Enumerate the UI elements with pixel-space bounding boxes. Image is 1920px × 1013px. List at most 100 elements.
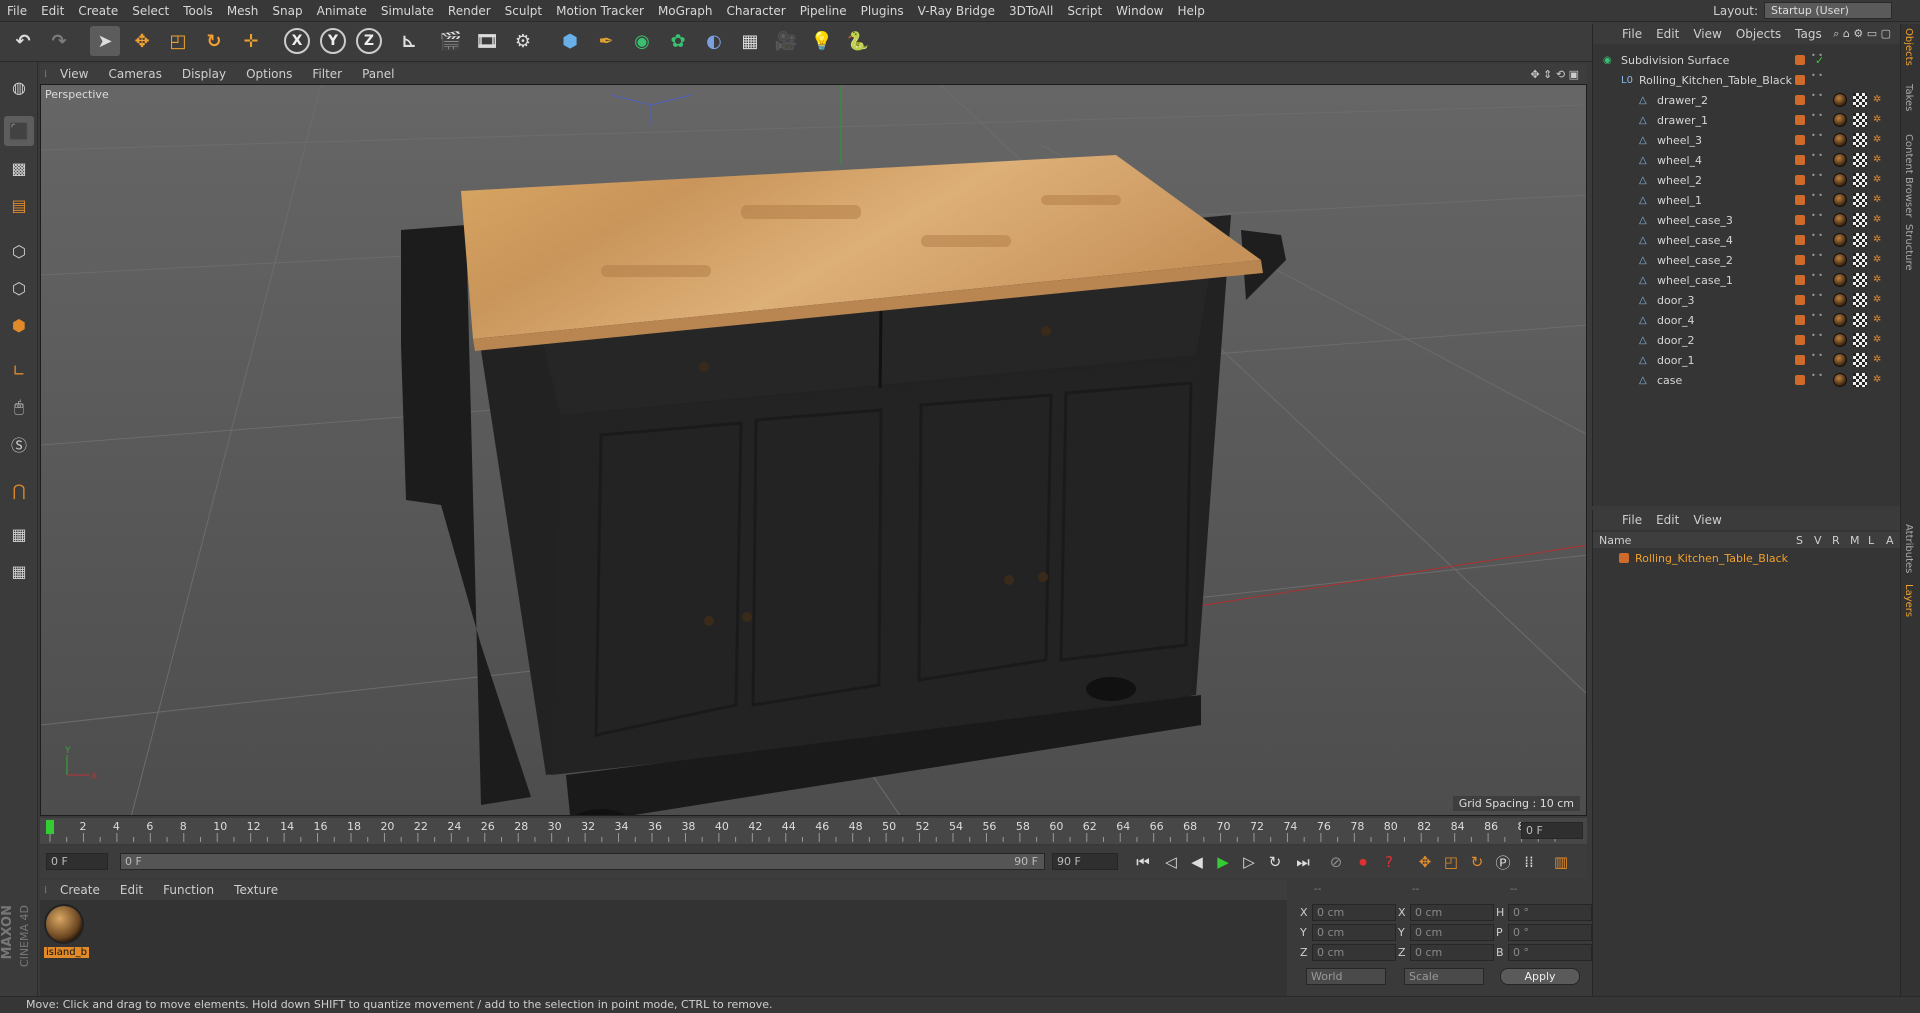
material-menu-function[interactable]: Function (153, 883, 224, 897)
phong-tag-icon[interactable]: ✲ (1873, 314, 1885, 326)
side-tab-structure[interactable]: Structure (1903, 224, 1914, 271)
texture-mode-button[interactable]: ▩ (4, 153, 34, 183)
subdivision-button[interactable]: ◉ (627, 26, 657, 56)
layer-column-a[interactable]: A (1886, 534, 1894, 547)
end-frame-field[interactable]: 90 F (1052, 853, 1118, 870)
next-key-button[interactable]: ↻ (1264, 851, 1286, 873)
layer-dot[interactable] (1795, 95, 1805, 105)
phong-tag-icon[interactable]: ✲ (1873, 274, 1885, 286)
object-row-wheel-case-3[interactable]: △ wheel_case_3 • • ✲ (1593, 210, 1901, 230)
coordinate-mode-dropdown[interactable]: World (1306, 968, 1386, 985)
object-row-door-4[interactable]: △ door_4 • • ✲ (1593, 310, 1901, 330)
object-row-drawer-2[interactable]: △ drawer_2 • • ✲ (1593, 90, 1901, 110)
material-tag-icon[interactable] (1833, 313, 1847, 327)
workplane-snap-button[interactable]: ▦ (4, 556, 34, 586)
tweak-mode-button[interactable]: 🖱 (4, 392, 34, 422)
object-row-door-3[interactable]: △ door_3 • • ✲ (1593, 290, 1901, 310)
viewport-menu-display[interactable]: Display (172, 67, 236, 81)
visibility-dots-icon[interactable]: • • (1811, 132, 1823, 140)
texture-tag-icon[interactable] (1853, 313, 1867, 327)
phong-tag-icon[interactable]: ✲ (1873, 374, 1885, 386)
timeline-ruler[interactable]: 0246810121416182022242628303234363840424… (40, 818, 1587, 844)
redo-button[interactable]: ↷ (44, 26, 74, 56)
layer-column-r[interactable]: R (1832, 534, 1840, 547)
visibility-dots-icon[interactable]: • • (1811, 192, 1823, 200)
texture-tag-icon[interactable] (1853, 93, 1867, 107)
menu-tools[interactable]: Tools (176, 4, 220, 18)
menu-select[interactable]: Select (125, 4, 176, 18)
phong-tag-icon[interactable]: ✲ (1873, 354, 1885, 366)
viewport-menu-filter[interactable]: Filter (302, 67, 352, 81)
layer-column-l[interactable]: L (1868, 534, 1874, 547)
material-tag-icon[interactable] (1833, 193, 1847, 207)
layer-dot[interactable] (1795, 315, 1805, 325)
coordinate-field[interactable]: 0 cm (1312, 944, 1396, 961)
go-to-end-button[interactable]: ⏭ (1292, 851, 1314, 873)
texture-tag-icon[interactable] (1853, 193, 1867, 207)
material-tag-icon[interactable] (1833, 373, 1847, 387)
previous-key-button[interactable]: ◁ (1160, 851, 1182, 873)
menu-snap[interactable]: Snap (265, 4, 309, 18)
layout-dropdown[interactable]: Startup (User) (1764, 2, 1892, 19)
menu-motion-tracker[interactable]: Motion Tracker (549, 4, 651, 18)
floor-button[interactable]: ▦ (735, 26, 765, 56)
object-row-wheel-case-4[interactable]: △ wheel_case_4 • • ✲ (1593, 230, 1901, 250)
layer-column-v[interactable]: V (1814, 534, 1822, 547)
visibility-dots-icon[interactable]: • • (1811, 332, 1823, 340)
visibility-dots-icon[interactable]: • • (1811, 212, 1823, 220)
apply-button[interactable]: Apply (1500, 968, 1580, 985)
object-row-wheel-2[interactable]: △ wheel_2 • • ✲ (1593, 170, 1901, 190)
menu-mograph[interactable]: MoGraph (651, 4, 720, 18)
visibility-dots-icon[interactable]: • • (1811, 152, 1823, 160)
play-button[interactable]: ▶ (1212, 851, 1234, 873)
object-row-subdivision-surface[interactable]: ◉ Subdivision Surface • • ✓ (1593, 50, 1901, 70)
object-row-door-1[interactable]: △ door_1 • • ✲ (1593, 350, 1901, 370)
coordinate-field[interactable]: 0 ° (1508, 944, 1592, 961)
viewport-nav-icons[interactable]: ✥ ⇕ ⟲ ▣ (1530, 68, 1579, 81)
material-tag-icon[interactable] (1833, 173, 1847, 187)
python-button[interactable]: 🐍 (843, 26, 873, 56)
workplane-mode-button[interactable]: ▤ (4, 190, 34, 220)
menu-character[interactable]: Character (719, 4, 792, 18)
object-menu-view[interactable]: View (1686, 27, 1728, 41)
coordinate-field[interactable]: 0 cm (1312, 924, 1396, 941)
phong-tag-icon[interactable]: ✲ (1873, 94, 1885, 106)
object-manager-search-icon[interactable]: ⌕ ⌂ ⚙ ▭ ▢ (1833, 27, 1891, 41)
side-tab-layers[interactable]: Layers (1903, 584, 1914, 617)
texture-tag-icon[interactable] (1853, 133, 1867, 147)
viewport-menu-cameras[interactable]: Cameras (98, 67, 171, 81)
menu-script[interactable]: Script (1060, 4, 1109, 18)
layer-dot[interactable] (1795, 275, 1805, 285)
menu-window[interactable]: Window (1109, 4, 1170, 18)
key-pla-button[interactable]: ⁞⁞ (1518, 851, 1540, 873)
texture-tag-icon[interactable] (1853, 233, 1867, 247)
material-tag-icon[interactable] (1833, 333, 1847, 347)
layer-dot[interactable] (1795, 215, 1805, 225)
layer-dot[interactable] (1795, 115, 1805, 125)
material-tag-icon[interactable] (1833, 353, 1847, 367)
magnet-button[interactable]: ⋂ (4, 475, 34, 505)
edges-mode-button[interactable]: ⬡ (4, 273, 34, 303)
material-menu-texture[interactable]: Texture (224, 883, 288, 897)
coordinate-system-button[interactable]: ⊾ (394, 26, 424, 56)
move-tool-button[interactable]: ✥ (127, 26, 157, 56)
layer-dot[interactable] (1795, 55, 1805, 65)
texture-tag-icon[interactable] (1853, 353, 1867, 367)
keyframe-selection-button[interactable]: ⊘ (1325, 851, 1347, 873)
pen-spline-button[interactable]: ✒ (591, 26, 621, 56)
texture-tag-icon[interactable] (1853, 293, 1867, 307)
visibility-dots-icon[interactable]: • • (1811, 352, 1823, 360)
timeline-window-button[interactable]: ▥ (1550, 851, 1572, 873)
side-tab-content-browser[interactable]: Content Browser (1903, 134, 1914, 217)
menu-mesh[interactable]: Mesh (220, 4, 266, 18)
material-tag-icon[interactable] (1833, 153, 1847, 167)
key-position-button[interactable]: ✥ (1414, 851, 1436, 873)
object-row-wheel-4[interactable]: △ wheel_4 • • ✲ (1593, 150, 1901, 170)
visibility-dots-icon[interactable]: • • (1811, 292, 1823, 300)
layer-dot[interactable] (1795, 355, 1805, 365)
coordinate-field[interactable]: 0 ° (1508, 904, 1592, 921)
visibility-dots-icon[interactable]: • • (1811, 232, 1823, 240)
y-axis-button[interactable]: Y (318, 26, 348, 56)
viewport-menu-panel[interactable]: Panel (352, 67, 404, 81)
visibility-dots-icon[interactable]: • • (1811, 72, 1823, 80)
